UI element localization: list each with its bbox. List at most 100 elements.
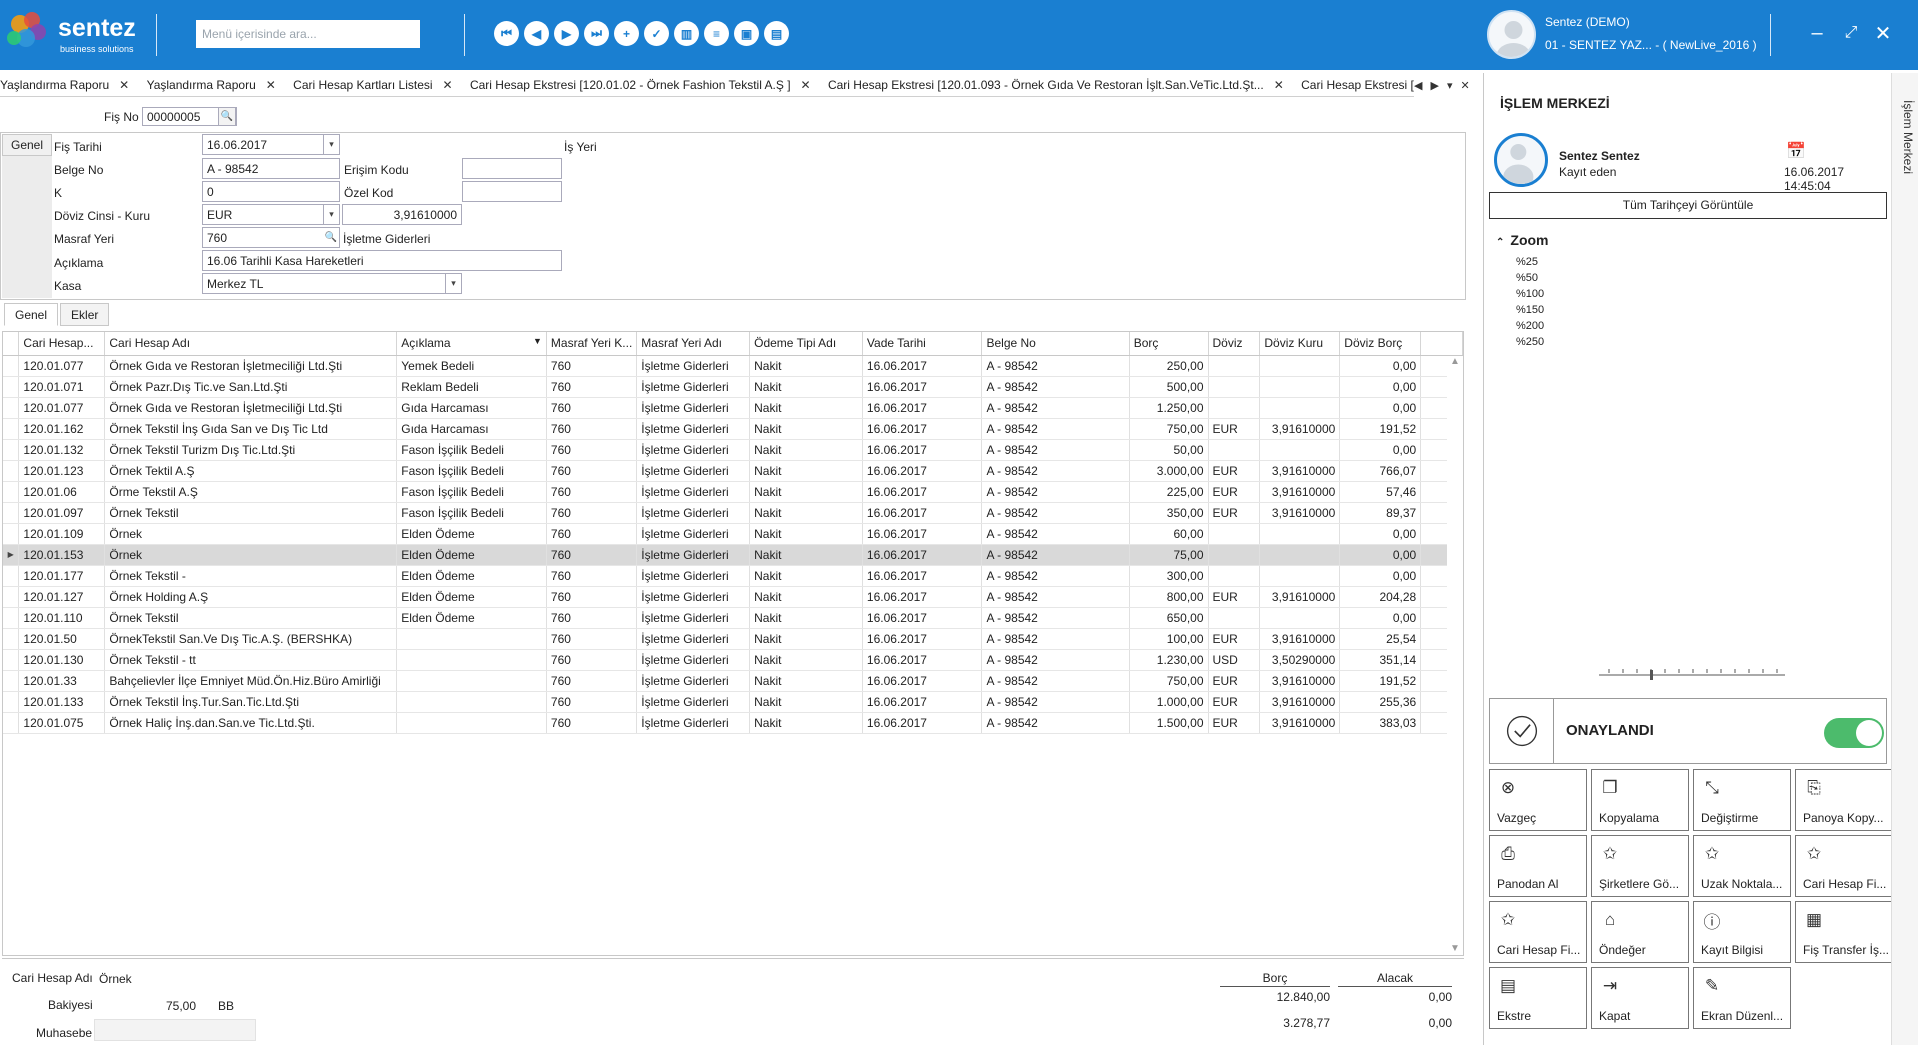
row-indicator[interactable] — [3, 481, 20, 503]
action-button[interactable]: ✩ Uzak Noktala... — [1693, 835, 1791, 897]
table-cell[interactable]: EUR — [1208, 418, 1261, 440]
table-row[interactable]: 120.01.33 Bahçelievler İlçe Emniyet Müd.Ö… — [3, 670, 1463, 692]
table-row[interactable]: 120.01.071 Örnek Pazr.Dış Tic.ve San.Ltd.… — [3, 376, 1463, 398]
table-cell[interactable]: Nakit — [749, 586, 863, 608]
table-cell[interactable]: Gıda Harcaması — [396, 397, 547, 419]
table-cell[interactable] — [1208, 376, 1261, 398]
table-cell[interactable]: 0,00 — [1339, 397, 1422, 419]
table-cell[interactable]: Nakit — [749, 628, 863, 650]
table-cell[interactable]: Nakit — [749, 460, 863, 482]
chevron-down-icon[interactable]: ▾ — [323, 135, 339, 154]
ozel-kod-field[interactable] — [462, 181, 562, 202]
table-cell[interactable]: Nakit — [749, 355, 863, 377]
islem-merkezi-vertical-tab[interactable]: İşlem Merkezi — [1897, 100, 1915, 220]
table-cell[interactable]: Örnek — [104, 544, 398, 566]
table-cell[interactable]: ÖrnekTekstil San.Ve Dış Tic.A.Ş. (BERSHK… — [104, 628, 398, 650]
row-indicator[interactable] — [3, 607, 20, 629]
table-cell[interactable]: 0,00 — [1339, 565, 1422, 587]
table-cell[interactable]: Örme Tekstil A.Ş — [104, 481, 398, 503]
table-cell[interactable]: 1.000,00 — [1129, 691, 1209, 713]
table-cell[interactable]: 16.06.2017 — [862, 565, 983, 587]
table-cell[interactable]: Fason İşçilik Bedeli — [396, 460, 547, 482]
table-cell[interactable]: A - 98542 — [981, 460, 1130, 482]
table-cell[interactable]: 0,00 — [1339, 523, 1422, 545]
table-cell[interactable]: 120.01.127 — [18, 586, 106, 608]
table-cell[interactable] — [1259, 523, 1341, 545]
table-cell[interactable]: 89,37 — [1339, 502, 1422, 524]
row-indicator[interactable] — [3, 586, 20, 608]
table-cell[interactable]: 760 — [546, 481, 638, 503]
table-cell[interactable]: Nakit — [749, 691, 863, 713]
table-cell[interactable] — [1208, 397, 1261, 419]
table-cell[interactable]: 16.06.2017 — [862, 376, 983, 398]
table-cell[interactable]: 351,14 — [1339, 649, 1422, 671]
row-indicator[interactable] — [3, 397, 20, 419]
belge-no-field[interactable]: A - 98542 — [202, 158, 340, 179]
table-cell[interactable]: 650,00 — [1129, 607, 1209, 629]
row-indicator[interactable] — [3, 355, 20, 377]
table-cell[interactable]: 120.01.132 — [18, 439, 106, 461]
table-cell[interactable] — [1259, 355, 1341, 377]
table-row[interactable]: 120.01.06 Örme Tekstil A.Ş Fason İşçilik B… — [3, 481, 1463, 503]
tab-close-all-icon[interactable]: ✕ — [1460, 79, 1469, 92]
table-cell[interactable]: Örnek Tekstil — [104, 607, 398, 629]
action-button[interactable]: ⊗ Vazgeç — [1489, 769, 1587, 831]
table-cell[interactable]: İşletme Giderleri — [636, 439, 751, 461]
approval-toggle[interactable] — [1824, 718, 1884, 748]
table-cell[interactable]: 1.230,00 — [1129, 649, 1209, 671]
first-record-icon[interactable]: ⏮ — [494, 21, 519, 46]
table-cell[interactable]: 120.01.109 — [18, 523, 106, 545]
maximize-icon[interactable]: ⤢ — [1838, 20, 1864, 46]
zoom-header[interactable]: ⌃ Zoom — [1496, 232, 1549, 248]
row-indicator[interactable] — [3, 712, 20, 734]
table-cell[interactable]: A - 98542 — [981, 397, 1130, 419]
table-cell[interactable]: 16.06.2017 — [862, 649, 983, 671]
table-cell[interactable]: Nakit — [749, 502, 863, 524]
table-cell[interactable]: İşletme Giderleri — [636, 691, 751, 713]
table-cell[interactable]: A - 98542 — [981, 481, 1130, 503]
table-cell[interactable]: Nakit — [749, 397, 863, 419]
table-cell[interactable]: 120.01.071 — [18, 376, 106, 398]
table-cell[interactable]: 16.06.2017 — [862, 607, 983, 629]
table-cell[interactable]: 0,00 — [1339, 376, 1422, 398]
table-row[interactable]: 120.01.123 Örnek Tektil A.Ş Fason İşçilik … — [3, 460, 1463, 482]
row-indicator[interactable] — [3, 649, 20, 671]
table-row[interactable]: 120.01.50 ÖrnekTekstil San.Ve Dış Tic.A.Ş… — [3, 628, 1463, 650]
table-cell[interactable]: 120.01.077 — [18, 355, 106, 377]
table-cell[interactable]: Nakit — [749, 712, 863, 734]
column-header[interactable]: Borç — [1129, 332, 1209, 356]
table-cell[interactable]: 120.01.075 — [18, 712, 106, 734]
zoom-slider[interactable] — [1597, 665, 1787, 685]
table-cell[interactable]: A - 98542 — [981, 355, 1130, 377]
table-cell[interactable]: 3,91610000 — [1259, 691, 1341, 713]
table-cell[interactable]: Elden Ödeme — [396, 565, 547, 587]
table-cell[interactable]: 0,00 — [1339, 355, 1422, 377]
table-cell[interactable]: Fason İşçilik Bedeli — [396, 439, 547, 461]
column-header[interactable]: Belge No — [981, 332, 1130, 356]
row-indicator[interactable] — [3, 439, 20, 461]
table-cell[interactable]: 120.01.177 — [18, 565, 106, 587]
table-cell[interactable]: 760 — [546, 544, 638, 566]
table-cell[interactable]: 120.01.33 — [18, 670, 106, 692]
table-row[interactable]: 120.01.110 Örnek Tekstil Elden Ödeme 760 İşl… — [3, 607, 1463, 629]
zoom-option[interactable]: %150 — [1516, 302, 1544, 318]
table-cell[interactable]: 16.06.2017 — [862, 460, 983, 482]
row-indicator[interactable] — [3, 523, 20, 545]
table-cell[interactable]: 760 — [546, 607, 638, 629]
next-record-icon[interactable]: ▶ — [554, 21, 579, 46]
column-header[interactable]: Açıklama ▼ — [396, 332, 547, 356]
table-cell[interactable]: Elden Ödeme — [396, 607, 547, 629]
table-cell[interactable]: 760 — [546, 691, 638, 713]
table-cell[interactable]: Örnek Pazr.Dış Tic.ve San.Ltd.Şti — [104, 376, 398, 398]
action-button[interactable]: ⇥ Kapat — [1591, 967, 1689, 1029]
table-cell[interactable]: 0,00 — [1339, 544, 1422, 566]
table-cell[interactable] — [1208, 607, 1261, 629]
table-cell[interactable] — [396, 691, 547, 713]
grid-scrollbar[interactable]: ▲ ▼ — [1447, 356, 1463, 954]
table-cell[interactable]: A - 98542 — [981, 670, 1130, 692]
menu-search-input[interactable] — [196, 20, 420, 48]
table-cell[interactable]: Örnek Tekstil İnş Gıda San ve Dış Tic Lt… — [104, 418, 398, 440]
table-cell[interactable] — [396, 712, 547, 734]
table-cell[interactable]: 3,91610000 — [1259, 670, 1341, 692]
masraf-yeri-field[interactable]: 760 — [202, 227, 340, 248]
